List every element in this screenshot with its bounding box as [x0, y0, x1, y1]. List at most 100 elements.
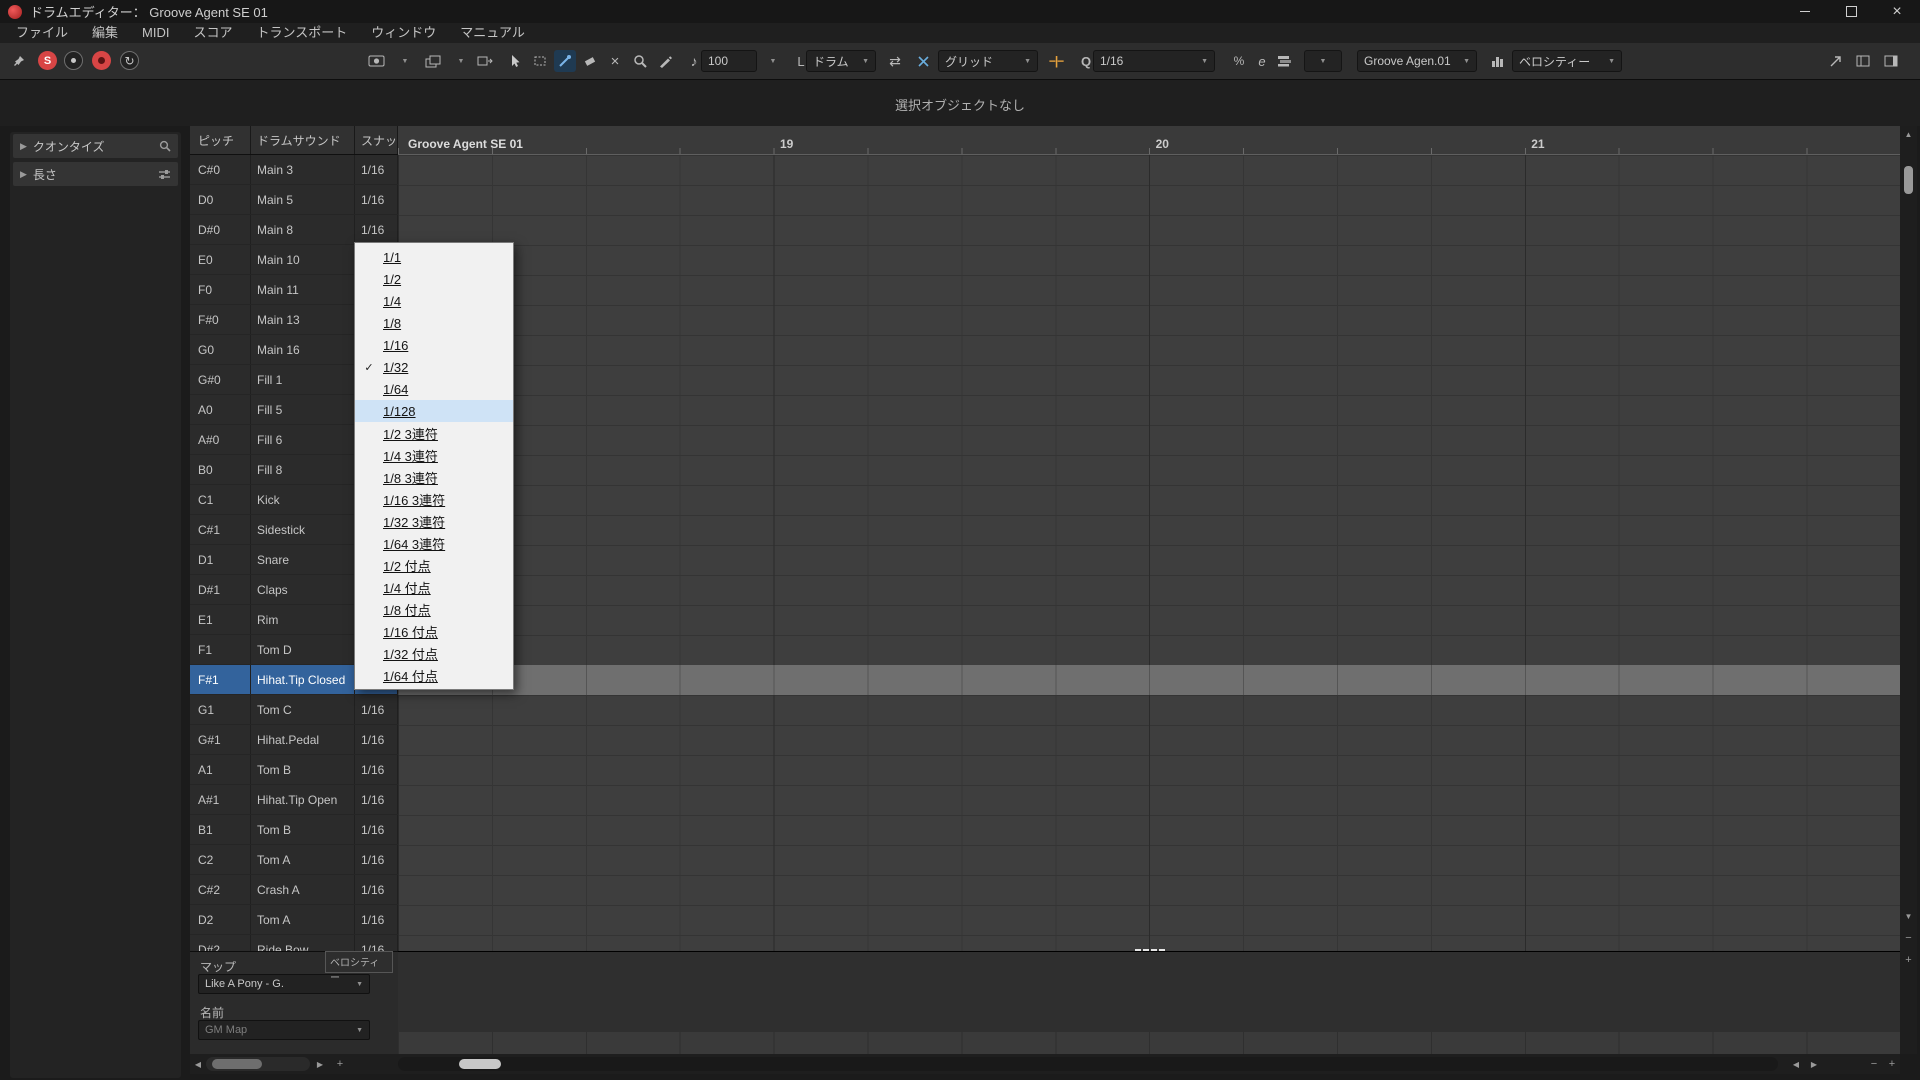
insert-velocity-field[interactable]: 100 [701, 50, 757, 72]
drum-row-snap[interactable]: 1/16 [355, 845, 398, 874]
drum-row[interactable]: D#2 Ride.Bow 1/16 [190, 935, 398, 951]
part-handling-button[interactable] [1274, 50, 1296, 72]
drum-row-snap[interactable]: 1/16 [355, 905, 398, 934]
drum-row-snap[interactable]: 1/16 [355, 815, 398, 844]
record-enable-button[interactable] [64, 51, 83, 70]
scroll-left-button[interactable]: ◀ [190, 1054, 206, 1074]
snap-menu-item[interactable]: 1/16 [355, 334, 513, 356]
show-right-zone-button[interactable] [1880, 50, 1902, 72]
lane-resize-handle[interactable] [1135, 949, 1165, 951]
snap-menu-item[interactable]: 1/4 [355, 290, 513, 312]
grid-scroll-right-button[interactable]: ▶ [1806, 1054, 1822, 1074]
snap-menu-item[interactable]: 1/2 付点 [355, 554, 513, 576]
name-dropdown[interactable]: GM Map ▼ [198, 1020, 370, 1040]
drum-row[interactable]: A#1 Hihat.Tip Open 1/16 [190, 785, 398, 815]
menu-item[interactable]: トランスポート [245, 23, 360, 43]
h-zoom-in-button[interactable]: + [1884, 1054, 1900, 1074]
v-zoom-out-button[interactable]: − [1900, 930, 1917, 946]
drum-row[interactable]: D#0 Main 8 1/16 [190, 215, 398, 245]
length-mode-dropdown[interactable]: ドラム ▼ [806, 50, 876, 72]
drum-row[interactable]: C#0 Main 3 1/16 [190, 155, 398, 185]
h-zoom-out-button[interactable]: − [1866, 1054, 1882, 1074]
line-tool-button[interactable] [654, 50, 676, 72]
header-pitch[interactable]: ピッチ [190, 126, 251, 154]
pin-button[interactable] [8, 50, 30, 72]
close-button[interactable]: × [1874, 0, 1920, 23]
snap-menu-item[interactable]: 1/8 [355, 312, 513, 334]
list-scroll-thumb[interactable] [212, 1059, 262, 1069]
snap-menu-item[interactable]: 1/64 付点 [355, 664, 513, 686]
snap-menu-item[interactable]: 1/4 3連符 [355, 444, 513, 466]
drum-row[interactable]: C#2 Crash A 1/16 [190, 875, 398, 905]
drum-row-snap[interactable]: 1/16 [355, 755, 398, 784]
inspector-item-quantize[interactable]: ▶ クオンタイズ [13, 134, 178, 158]
iterative-quantize-button[interactable]: % [1228, 50, 1250, 72]
snap-menu-item[interactable]: 1/32 3連符 [355, 510, 513, 532]
timeline-ruler[interactable]: Groove Agent SE 01 19 20 21 [398, 126, 1900, 155]
menu-item[interactable]: スコア [181, 23, 244, 43]
grid-scroll-left-button[interactable]: ◀ [1788, 1054, 1804, 1074]
snap-menu-item[interactable]: 1/128 [355, 400, 513, 422]
minimize-button[interactable] [1782, 0, 1828, 23]
controller-lane-label[interactable]: ベロシティー [325, 951, 393, 984]
menu-item[interactable]: 編集 [80, 23, 130, 43]
drum-row[interactable]: A1 Tom B 1/16 [190, 755, 398, 785]
snap-menu-item[interactable]: 1/8 3連符 [355, 466, 513, 488]
controller-lane-dropdown[interactable]: ベロシティー ▼ [1512, 50, 1622, 72]
drum-row-snap[interactable]: 1/16 [355, 695, 398, 724]
grid-scroll-thumb[interactable] [459, 1059, 501, 1069]
snap-menu-item[interactable]: 1/16 付点 [355, 620, 513, 642]
snap-menu-item[interactable]: 1/2 3連符 [355, 422, 513, 444]
snap-menu-item[interactable]: 1/16 3連符 [355, 488, 513, 510]
snap-button[interactable]: −|− [1043, 50, 1069, 72]
drum-row-snap[interactable]: 1/16 [355, 935, 398, 951]
quantize-preset-dropdown[interactable]: 1/16 ▼ [1093, 50, 1215, 72]
drum-row[interactable]: B1 Tom B 1/16 [190, 815, 398, 845]
show-events-button[interactable] [418, 50, 448, 72]
object-select-tool-button[interactable] [529, 50, 551, 72]
drum-row-snap[interactable]: 1/16 [355, 185, 398, 214]
show-events-dropdown[interactable]: ▼ [450, 50, 472, 72]
add-lane-button[interactable]: + [332, 1054, 348, 1074]
maximize-button[interactable] [1828, 0, 1874, 23]
snap-menu-item[interactable]: ✓ 1/32 [355, 356, 513, 378]
midi-input-button[interactable] [912, 50, 934, 72]
menu-item[interactable]: マニュアル [448, 23, 537, 43]
snap-menu-item[interactable]: 1/32 付点 [355, 642, 513, 664]
quantize-panel-button[interactable]: e [1251, 50, 1273, 72]
mute-tool-button[interactable]: × [604, 50, 626, 72]
list-scroll-track[interactable] [206, 1057, 310, 1071]
solo-button[interactable]: S [38, 51, 57, 70]
select-tool-button[interactable] [504, 50, 526, 72]
open-in-window-button[interactable] [1824, 50, 1846, 72]
header-sound[interactable]: ドラムサウンド [251, 126, 355, 154]
velocity-lane[interactable] [398, 949, 1900, 1054]
menu-item[interactable]: ファイル [4, 23, 80, 43]
grid-type-dropdown[interactable]: グリッド ▼ [938, 50, 1038, 72]
part-list-dropdown[interactable]: ▼ [1304, 50, 1342, 72]
drum-row-snap[interactable]: 1/16 [355, 725, 398, 754]
drum-row-snap[interactable]: 1/16 [355, 785, 398, 814]
acoustic-feedback-button[interactable]: ↻ [120, 51, 139, 70]
record-button[interactable] [92, 51, 111, 70]
snap-menu-item[interactable]: 1/8 付点 [355, 598, 513, 620]
snap-menu-item[interactable]: 1/1 [355, 246, 513, 268]
snap-menu-item[interactable]: 1/2 [355, 268, 513, 290]
eraser-tool-button[interactable] [579, 50, 601, 72]
step-input-button[interactable]: ⇄ [884, 50, 906, 72]
grid-scroll-track[interactable] [398, 1057, 1778, 1071]
menu-item[interactable]: MIDI [130, 23, 181, 43]
snap-menu-item[interactable]: 1/64 3連符 [355, 532, 513, 554]
auto-scroll-button[interactable] [474, 50, 496, 72]
drum-row-snap[interactable]: 1/16 [355, 215, 398, 244]
drum-row-snap[interactable]: 1/16 [355, 155, 398, 184]
drum-row[interactable]: D2 Tom A 1/16 [190, 905, 398, 935]
menu-item[interactable]: ウィンドウ [359, 23, 448, 43]
inspector-item-length[interactable]: ▶ 長さ [13, 162, 178, 186]
drum-row[interactable]: C2 Tom A 1/16 [190, 845, 398, 875]
drum-row[interactable]: D0 Main 5 1/16 [190, 185, 398, 215]
window-layout-button[interactable] [1852, 50, 1874, 72]
vertical-scroll-thumb[interactable] [1904, 166, 1913, 194]
link-editors-button[interactable] [361, 50, 391, 72]
drum-row[interactable]: G#1 Hihat.Pedal 1/16 [190, 725, 398, 755]
